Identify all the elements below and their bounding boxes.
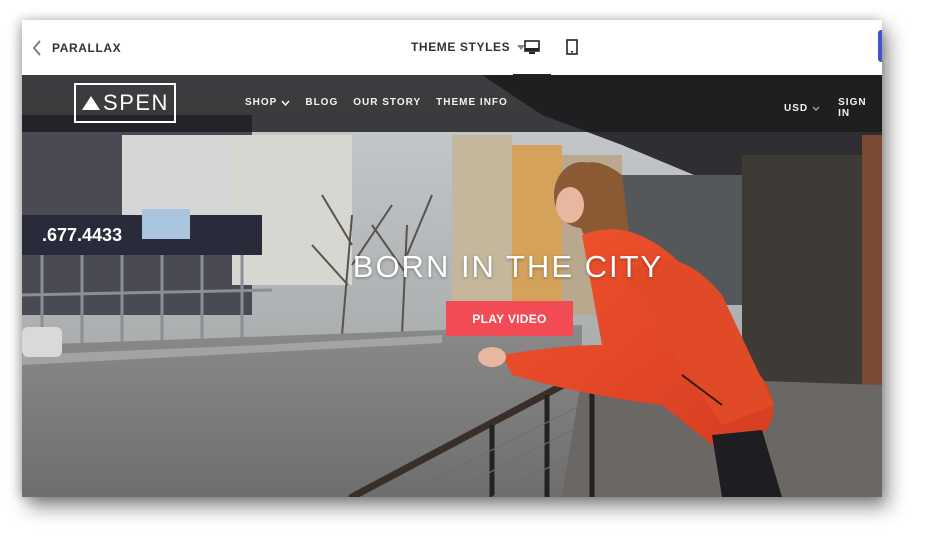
tablet-view-button[interactable] <box>559 34 585 60</box>
chevron-down-icon <box>812 106 820 111</box>
back-button[interactable]: PARALLAX <box>32 37 121 59</box>
site-logo[interactable]: SPEN <box>74 83 176 123</box>
nav-link-shop[interactable]: SHOP <box>245 97 290 108</box>
hero-background-image: .677.4433 <box>22 75 882 497</box>
side-panel-tab[interactable] <box>878 30 882 62</box>
chevron-left-icon <box>32 40 41 56</box>
nav-link-our-story[interactable]: OUR STORY <box>353 97 421 108</box>
nav-link-blog[interactable]: BLOG <box>305 97 338 108</box>
hero-section: .677.4433 SPEN SHOP BLOG OUR STORY THEME… <box>22 75 882 497</box>
site-navigation-bar: SPEN SHOP BLOG OUR STORY THEME INFO USD <box>22 75 882 132</box>
theme-styles-label: THEME STYLES <box>411 40 511 54</box>
primary-nav: SHOP BLOG OUR STORY THEME INFO <box>245 97 508 108</box>
theme-styles-dropdown[interactable]: THEME STYLES <box>411 39 526 55</box>
chevron-down-icon <box>281 100 290 106</box>
hero-headline: BORN IN THE CITY <box>352 249 664 284</box>
editor-toolbar: PARALLAX THEME STYLES <box>22 20 882 76</box>
secondary-nav: USD SIGN IN <box>784 97 882 119</box>
currency-selector[interactable]: USD <box>784 103 820 114</box>
storefront-sign: .677.4433 <box>42 225 122 245</box>
logo-text: SPEN <box>103 90 169 115</box>
tablet-icon <box>566 39 578 55</box>
mountain-logo-icon <box>82 96 101 110</box>
currency-label: USD <box>784 102 809 114</box>
sign-in-link[interactable]: SIGN IN <box>838 97 882 119</box>
play-video-button[interactable]: PLAY VIDEO <box>446 301 573 336</box>
desktop-view-button[interactable] <box>513 34 551 76</box>
nav-link-shop-label: SHOP <box>245 97 278 108</box>
editor-window: PARALLAX THEME STYLES .677.4433 SPEN SHO… <box>22 20 882 497</box>
nav-link-theme-info[interactable]: THEME INFO <box>436 97 508 108</box>
desktop-icon <box>524 39 540 54</box>
back-label: PARALLAX <box>52 41 122 55</box>
